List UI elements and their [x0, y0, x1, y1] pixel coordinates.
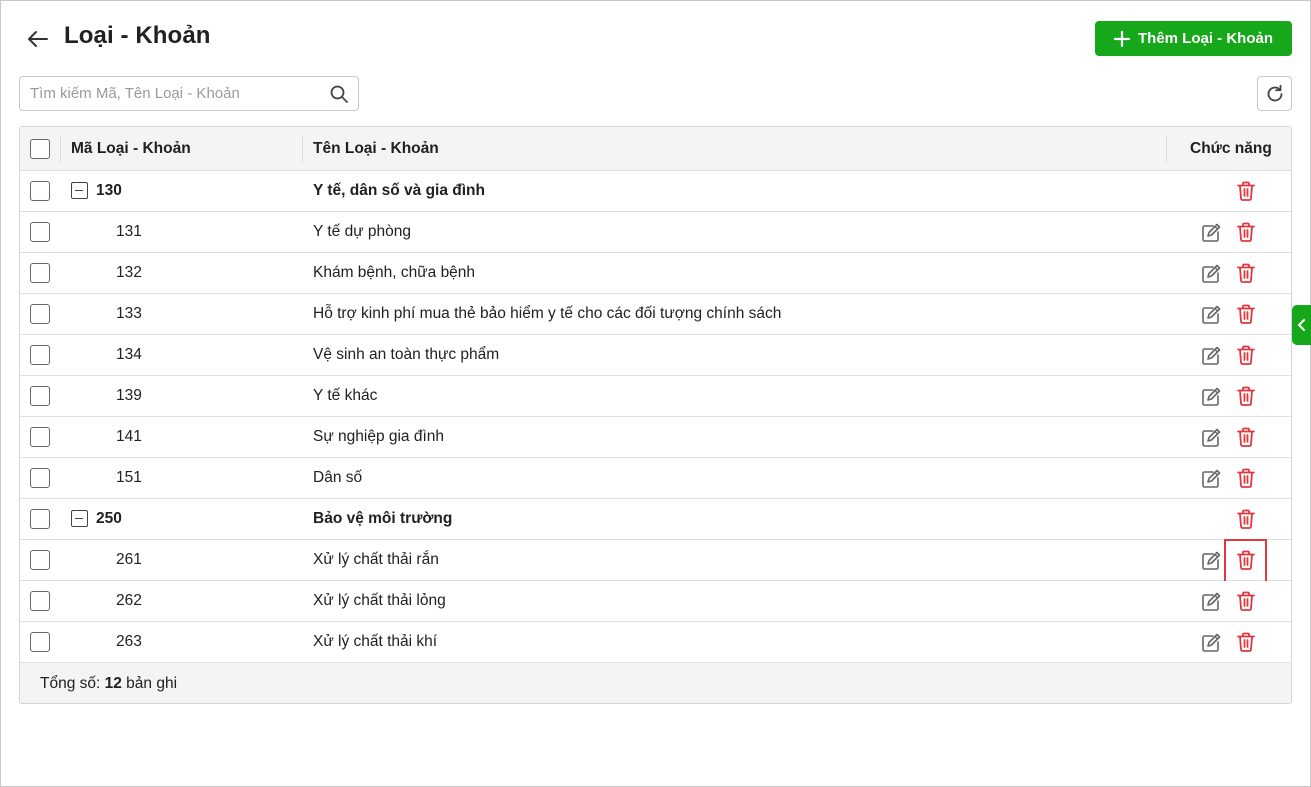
row-checkbox[interactable]	[30, 632, 50, 652]
column-header-actions: Chức năng	[1190, 140, 1272, 157]
row-code: 262	[116, 592, 142, 609]
row-code: 261	[116, 551, 142, 568]
trash-icon[interactable]	[1235, 631, 1257, 653]
trash-icon[interactable]	[1235, 344, 1257, 366]
row-checkbox[interactable]	[30, 304, 50, 324]
row-checkbox[interactable]	[30, 550, 50, 570]
total-suffix: bản ghi	[121, 675, 178, 692]
column-divider	[1166, 136, 1167, 162]
row-checkbox[interactable]	[30, 263, 50, 283]
table-row[interactable]: 130 Y tế, dân số và gia đình	[20, 171, 1291, 212]
row-code: 151	[116, 469, 142, 486]
add-category-label: Thêm Loại - Khoản	[1138, 30, 1273, 47]
plus-icon	[1114, 30, 1130, 47]
search-input[interactable]	[30, 77, 325, 110]
row-name: Xử lý chất thải lỏng	[313, 592, 446, 609]
back-button[interactable]	[23, 25, 51, 53]
trash-icon[interactable]	[1235, 590, 1257, 612]
row-code: 250	[96, 510, 122, 527]
page-header: Loại - Khoản Thêm Loại - Khoản	[1, 1, 1310, 73]
table-row[interactable]: 133 Hỗ trợ kinh phí mua thẻ bảo hiểm y tế…	[20, 294, 1291, 335]
column-header-code[interactable]: Mã Loại - Khoản	[71, 127, 191, 171]
row-checkbox[interactable]	[30, 468, 50, 488]
edit-icon[interactable]	[1200, 386, 1222, 408]
row-code: 141	[116, 428, 142, 445]
row-name: Bảo vệ môi trường	[313, 510, 453, 527]
table-row[interactable]: 141 Sự nghiệp gia đình	[20, 417, 1291, 458]
row-name: Y tế, dân số và gia đình	[313, 182, 485, 199]
edit-icon[interactable]	[1200, 304, 1222, 326]
row-code: 263	[116, 633, 142, 650]
edit-icon[interactable]	[1200, 591, 1222, 613]
column-divider	[60, 136, 61, 162]
row-name: Dân số	[313, 469, 363, 486]
row-checkbox[interactable]	[30, 222, 50, 242]
search-box	[19, 76, 359, 111]
row-code: 132	[116, 264, 142, 281]
trash-icon[interactable]	[1235, 180, 1257, 202]
edit-icon[interactable]	[1200, 263, 1222, 285]
row-name: Y tế dự phòng	[313, 223, 412, 240]
trash-icon[interactable]	[1235, 508, 1257, 530]
row-name: Xử lý chất thải khí	[313, 633, 438, 650]
search-icon[interactable]	[330, 85, 348, 103]
trash-icon[interactable]	[1235, 385, 1257, 407]
collapse-icon[interactable]	[71, 510, 88, 527]
refresh-icon	[1267, 84, 1282, 101]
table-row[interactable]: 263 Xử lý chất thải khí	[20, 622, 1291, 663]
chevron-left-icon	[1298, 319, 1305, 331]
refresh-button[interactable]	[1257, 76, 1292, 111]
row-code: 130	[96, 182, 122, 199]
row-name: Khám bệnh, chữa bệnh	[313, 264, 476, 281]
row-code: 133	[116, 305, 142, 322]
trash-icon[interactable]	[1235, 467, 1257, 489]
row-name: Hỗ trợ kinh phí mua thẻ bảo hiểm y tế ch…	[313, 305, 782, 322]
collapse-icon[interactable]	[71, 182, 88, 199]
table-row[interactable]: 139 Y tế khác	[20, 376, 1291, 417]
row-name: Sự nghiệp gia đình	[313, 428, 445, 445]
trash-icon[interactable]	[1235, 262, 1257, 284]
select-all-checkbox[interactable]	[30, 139, 50, 159]
row-code: 139	[116, 387, 142, 404]
row-name: Xử lý chất thải rắn	[313, 551, 439, 568]
edit-icon[interactable]	[1200, 345, 1222, 367]
trash-icon[interactable]	[1235, 221, 1257, 243]
row-checkbox[interactable]	[30, 345, 50, 365]
row-code: 131	[116, 223, 142, 240]
table-footer: Tổng số: 12 bản ghi	[20, 663, 1291, 703]
row-name: Y tế khác	[313, 387, 378, 404]
row-checkbox[interactable]	[30, 181, 50, 201]
edit-icon[interactable]	[1200, 222, 1222, 244]
table-row[interactable]: 261 Xử lý chất thải rắn	[20, 539, 1291, 583]
trash-icon[interactable]	[1235, 549, 1257, 571]
page-title: Loại - Khoản	[64, 22, 211, 49]
table-row[interactable]: 132 Khám bệnh, chữa bệnh	[20, 253, 1291, 294]
row-name: Vệ sinh an toàn thực phẩm	[313, 346, 500, 363]
table-row[interactable]: 151 Dân số	[20, 458, 1291, 499]
edit-icon[interactable]	[1200, 550, 1222, 572]
trash-icon[interactable]	[1235, 426, 1257, 448]
total-prefix: Tổng số:	[40, 675, 105, 692]
add-category-button[interactable]: Thêm Loại - Khoản	[1095, 21, 1292, 56]
edit-icon[interactable]	[1200, 632, 1222, 654]
row-checkbox[interactable]	[30, 386, 50, 406]
edit-icon[interactable]	[1200, 427, 1222, 449]
table-header: Mã Loại - Khoản Tên Loại - Khoản Chức nă…	[20, 127, 1291, 171]
trash-icon[interactable]	[1235, 303, 1257, 325]
table-row[interactable]: 131 Y tế dự phòng	[20, 212, 1291, 253]
row-code: 134	[116, 346, 142, 363]
edit-icon[interactable]	[1200, 468, 1222, 490]
row-checkbox[interactable]	[30, 591, 50, 611]
row-checkbox[interactable]	[30, 509, 50, 529]
column-divider	[302, 136, 303, 162]
table-row[interactable]: 250 Bảo vệ môi trường	[20, 499, 1291, 540]
table-row[interactable]: 134 Vệ sinh an toàn thực phẩm	[20, 335, 1291, 376]
total-count: 12	[104, 675, 122, 692]
back-arrow-icon	[28, 31, 48, 47]
row-checkbox[interactable]	[30, 427, 50, 447]
side-panel-toggle[interactable]	[1292, 305, 1311, 345]
column-header-name[interactable]: Tên Loại - Khoản	[313, 127, 439, 171]
table-row[interactable]: 262 Xử lý chất thải lỏng	[20, 581, 1291, 622]
categories-table: Mã Loại - Khoản Tên Loại - Khoản Chức nă…	[19, 126, 1292, 704]
